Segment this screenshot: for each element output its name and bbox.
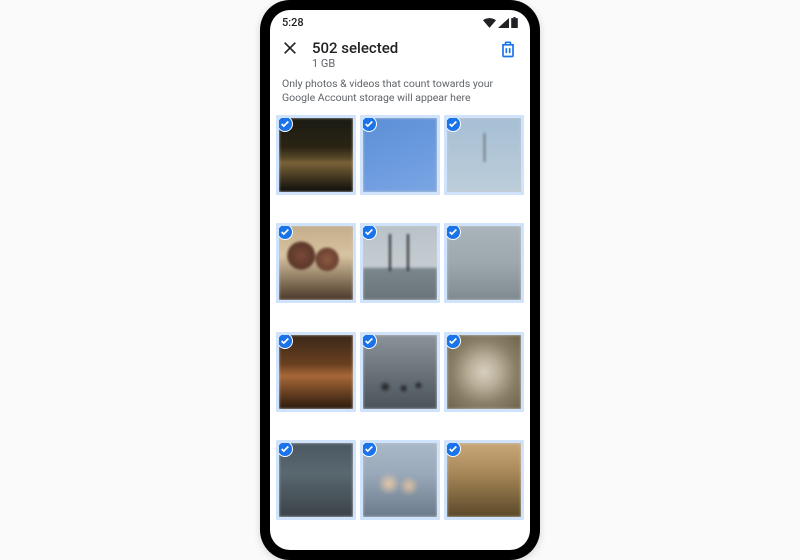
phone-frame: 5:28 502 selected 1 GB Only photos & vid… (260, 0, 540, 560)
photo-thumb[interactable] (360, 115, 440, 195)
checkmark-icon (361, 116, 377, 132)
status-bar: 5:28 (270, 10, 530, 33)
trash-icon (498, 39, 518, 59)
checkmark-icon (277, 441, 293, 457)
photo-thumb[interactable] (276, 115, 356, 195)
battery-icon (511, 17, 518, 28)
delete-button[interactable] (498, 39, 518, 63)
storage-notice: Only photos & videos that count towards … (270, 75, 530, 115)
wifi-icon (483, 18, 496, 28)
selection-count: 502 selected (312, 39, 484, 57)
screen: 5:28 502 selected 1 GB Only photos & vid… (270, 10, 530, 550)
selection-header: 502 selected 1 GB (270, 33, 530, 75)
photo-thumb[interactable] (360, 223, 440, 303)
header-text: 502 selected 1 GB (312, 39, 484, 71)
close-button[interactable] (282, 40, 298, 61)
photo-thumb[interactable] (444, 332, 524, 412)
photo-thumb[interactable] (444, 115, 524, 195)
checkmark-icon (361, 333, 377, 349)
checkmark-icon (445, 333, 461, 349)
selection-size: 1 GB (312, 57, 484, 71)
checkmark-icon (361, 441, 377, 457)
signal-icon (498, 18, 509, 28)
checkmark-icon (277, 333, 293, 349)
clock: 5:28 (282, 16, 304, 29)
photo-thumb[interactable] (360, 440, 440, 520)
photo-grid (270, 115, 530, 550)
photo-thumb[interactable] (444, 223, 524, 303)
photo-thumb[interactable] (360, 332, 440, 412)
photo-thumb[interactable] (276, 332, 356, 412)
photo-thumb[interactable] (276, 440, 356, 520)
close-icon (282, 40, 298, 56)
photo-thumb[interactable] (276, 223, 356, 303)
checkmark-icon (445, 116, 461, 132)
photo-thumb[interactable] (444, 440, 524, 520)
checkmark-icon (277, 116, 293, 132)
checkmark-icon (445, 441, 461, 457)
status-icons (483, 17, 518, 28)
